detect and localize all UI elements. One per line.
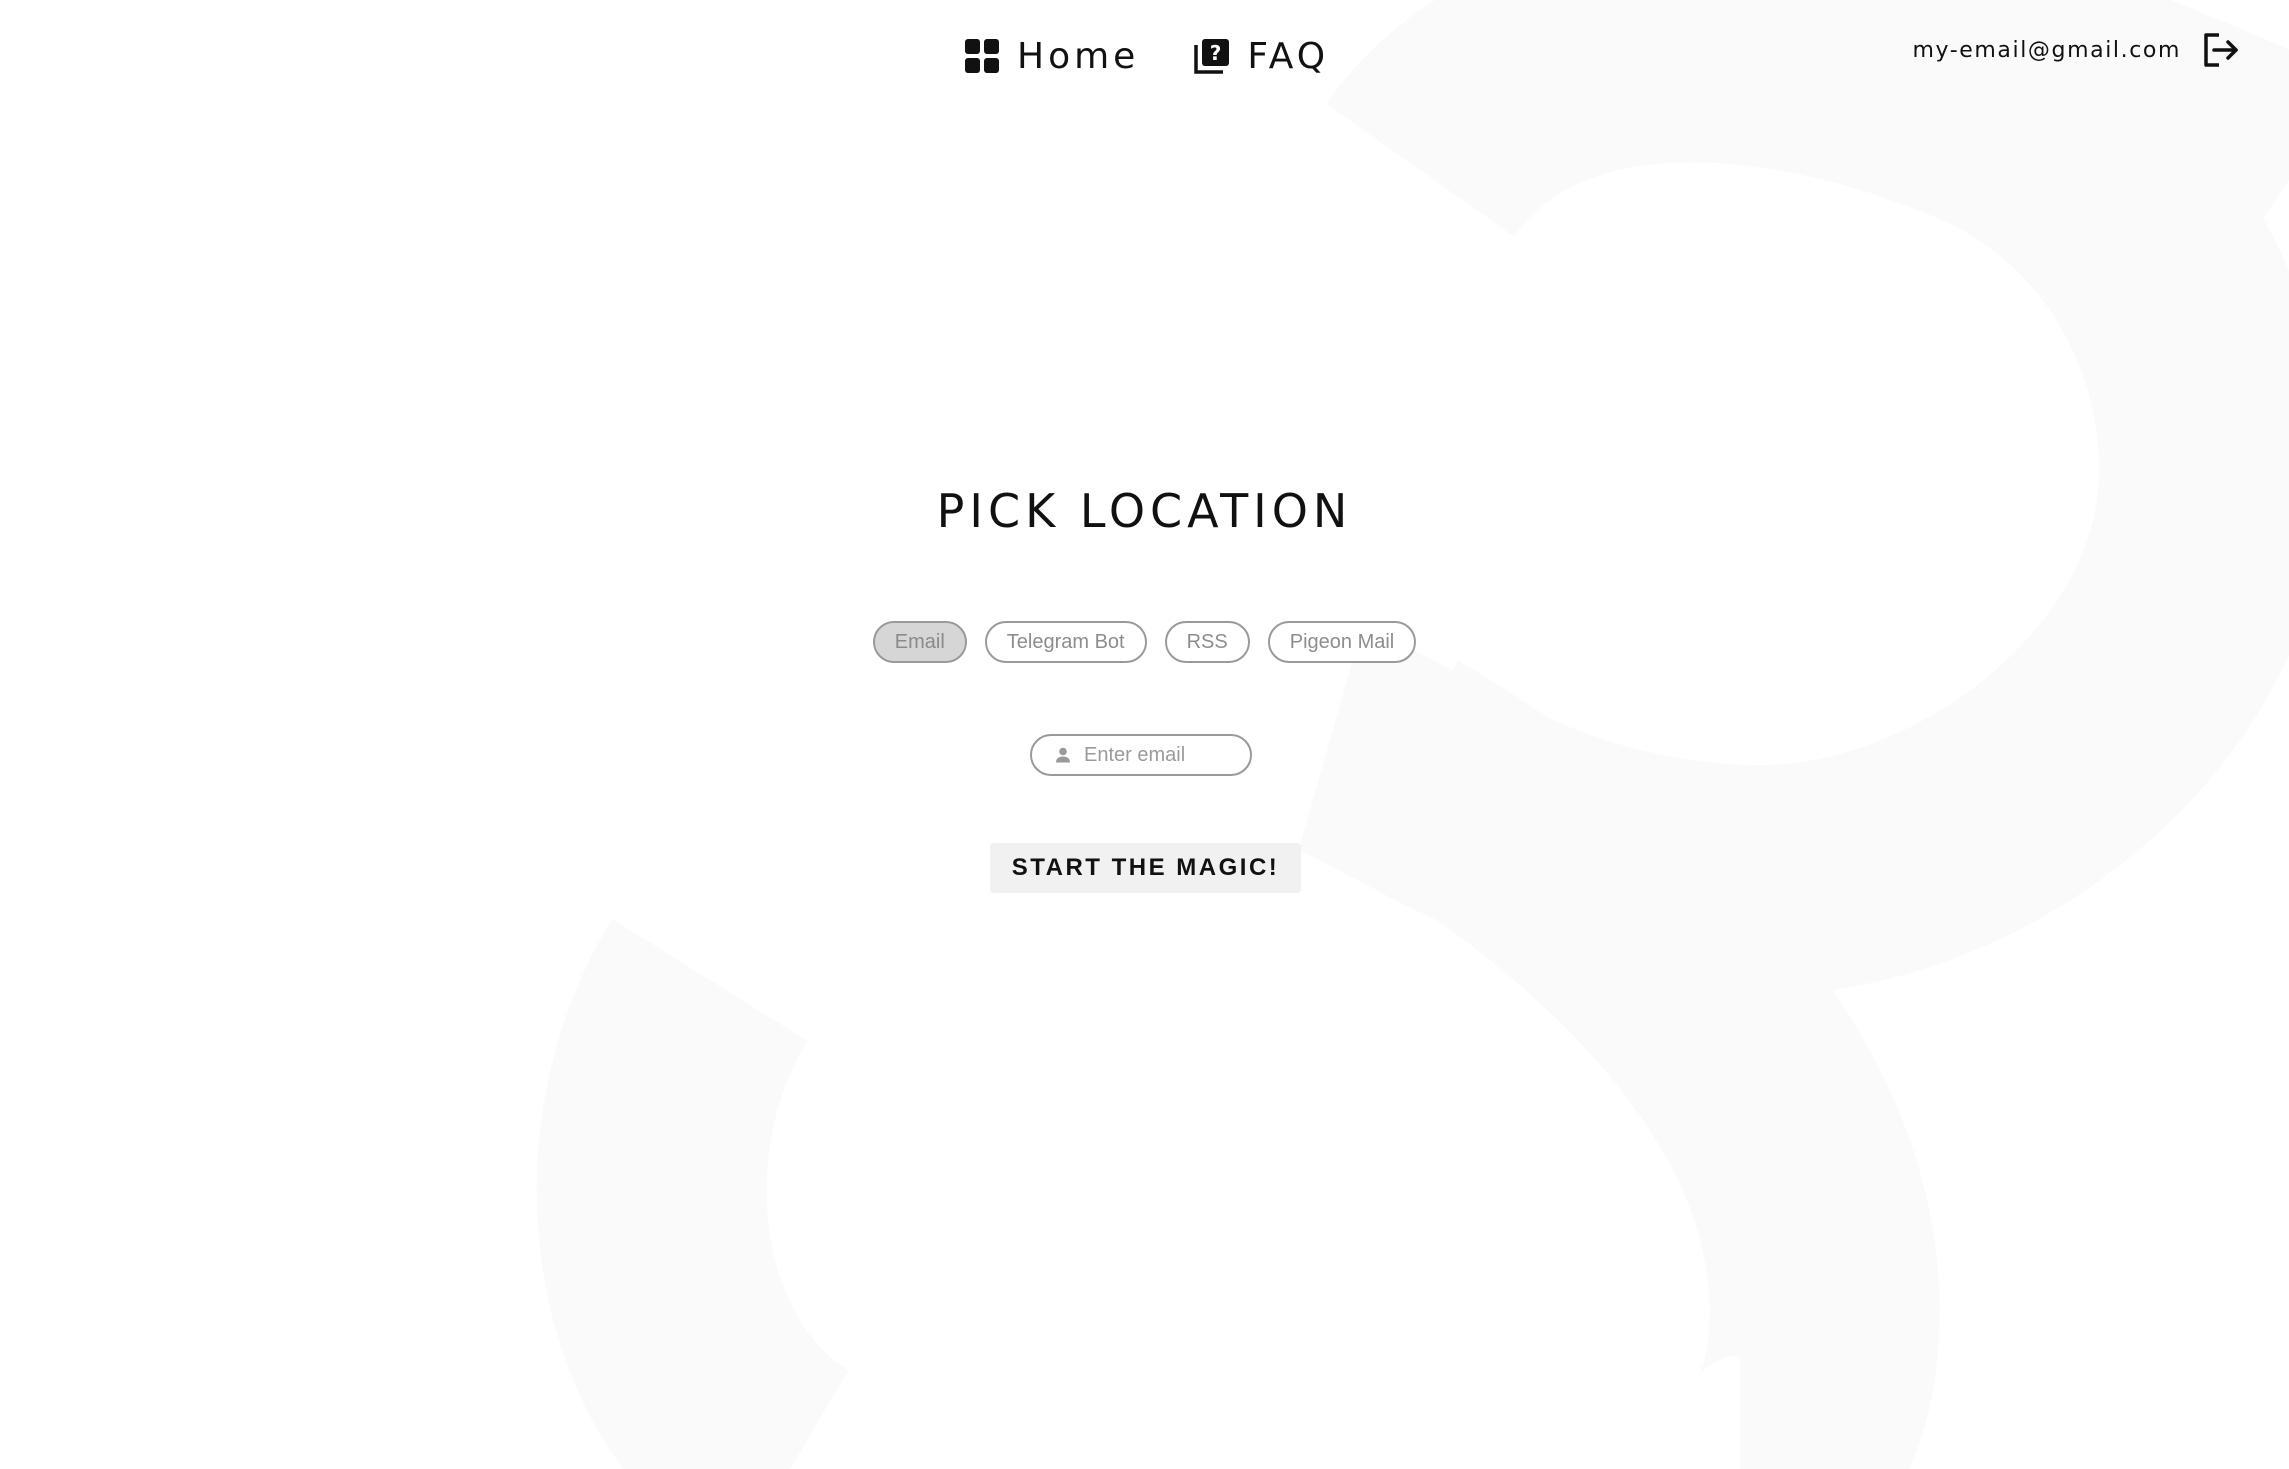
page-title: PICK LOCATION — [936, 484, 1353, 538]
nav-home[interactable]: Home — [963, 36, 1139, 77]
nav-faq-label: FAQ — [1247, 35, 1330, 77]
email-field — [1030, 734, 1252, 776]
account-email: my-email@gmail.com — [1912, 37, 2181, 63]
option-email[interactable]: Email — [872, 621, 967, 663]
help-book-icon: ? — [1193, 37, 1231, 75]
option-rss[interactable]: RSS — [1164, 621, 1250, 663]
option-pigeon-mail[interactable]: Pigeon Mail — [1267, 621, 1417, 663]
svg-text:?: ? — [1210, 41, 1222, 65]
nav-faq[interactable]: ? FAQ — [1193, 36, 1329, 77]
top-nav: Home ? FAQ — [963, 30, 1329, 82]
nav-home-label: Home — [1017, 35, 1140, 77]
user-icon — [1054, 746, 1072, 764]
location-options: Email Telegram Bot RSS Pigeon Mail — [0, 621, 2289, 663]
email-input[interactable] — [1084, 743, 1234, 767]
logout-icon[interactable] — [2201, 30, 2241, 70]
dashboard-icon — [963, 37, 1001, 75]
start-magic-button[interactable]: START THE MAGIC! — [990, 843, 1301, 893]
account-area: my-email@gmail.com — [1912, 28, 2241, 72]
option-telegram-bot[interactable]: Telegram Bot — [984, 621, 1147, 663]
